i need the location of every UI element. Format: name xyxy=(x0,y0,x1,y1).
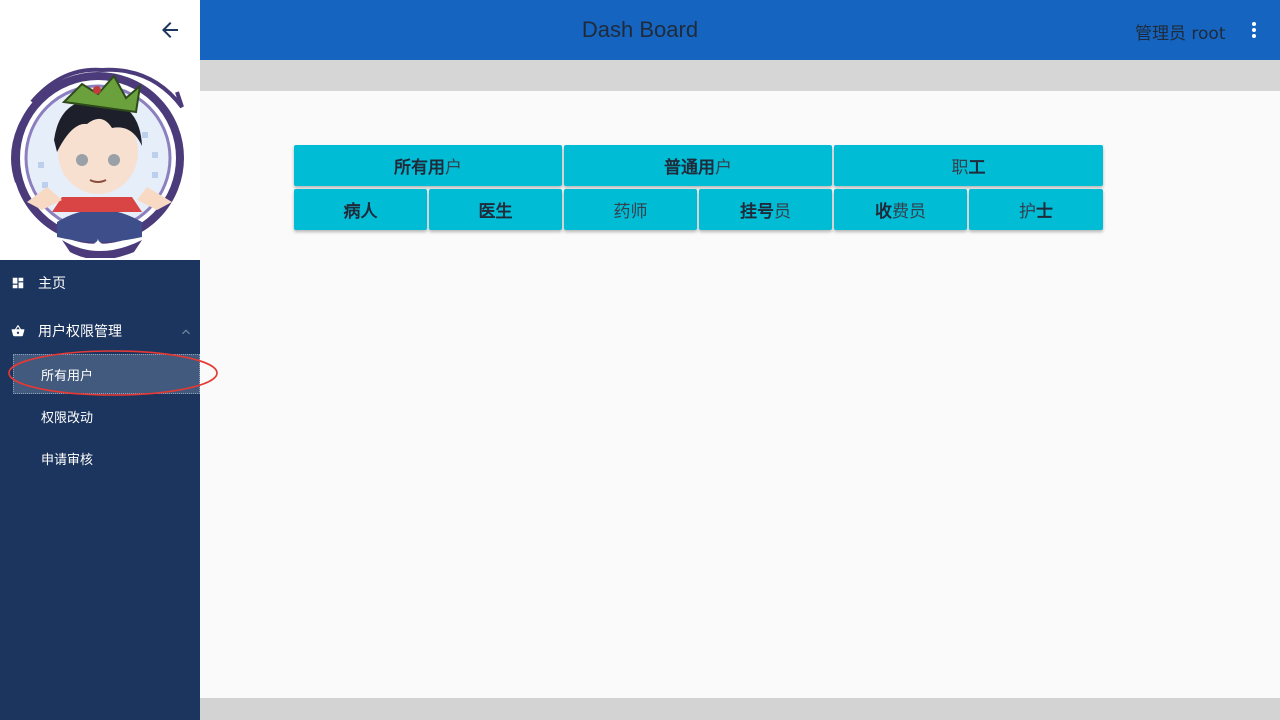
button-label-bold: 普通用 xyxy=(664,158,715,178)
button-label-light: 户 xyxy=(445,158,462,178)
back-arrow-icon[interactable] xyxy=(158,18,182,42)
button-label-bold: 所有用 xyxy=(394,158,445,178)
sidebar-item-label: 权限改动 xyxy=(41,410,94,426)
nav-item-label: 主页 xyxy=(38,276,66,292)
nav-item-user-permission[interactable]: 用户权限管理 xyxy=(0,309,200,353)
button-label-bold: 病人 xyxy=(343,202,378,222)
sub-toolbar xyxy=(200,60,1280,91)
registrar-button[interactable]: 挂号员 xyxy=(699,189,832,230)
button-label-bold: 医生 xyxy=(478,202,513,222)
sidebar-item-label: 申请审核 xyxy=(41,452,94,468)
sidebar-item-permission-change[interactable]: 权限改动 xyxy=(13,396,200,436)
staff-button[interactable]: 职工 xyxy=(834,145,1103,186)
bottom-bar xyxy=(200,698,1280,720)
sidebar-item-label: 所有用户 xyxy=(41,368,94,384)
button-label-bold: 士 xyxy=(1036,202,1053,222)
button-label-bold: 收 xyxy=(875,202,892,222)
normal-users-button[interactable]: 普通用户 xyxy=(564,145,832,186)
button-label-light: 护 xyxy=(1019,202,1036,222)
button-label-light: 药师 xyxy=(613,202,648,222)
basket-icon xyxy=(10,323,26,339)
button-label-bold: 工 xyxy=(968,158,986,178)
button-label-light: 费员 xyxy=(892,202,926,222)
avatar: ✦ xyxy=(2,62,200,260)
button-label-light: 户 xyxy=(715,158,732,178)
chevron-up-icon[interactable] xyxy=(178,324,194,340)
button-label-light: 职 xyxy=(951,158,969,178)
pharmacist-button[interactable]: 药师 xyxy=(564,189,697,230)
nav-item-home[interactable]: 主页 xyxy=(0,261,200,305)
doctor-button[interactable]: 医生 xyxy=(429,189,562,230)
sidebar-item-application-review[interactable]: 申请审核 xyxy=(13,438,200,478)
sidebar: ✦ 主页 用户权限管理 所有用户 权限改动 申请审核 xyxy=(0,0,200,720)
sidebar-item-all-users[interactable]: 所有用户 xyxy=(13,354,200,394)
sidebar-header: ✦ xyxy=(0,0,200,260)
button-label-bold: 挂号 xyxy=(740,202,774,222)
top-app-bar: Dash Board 管理员 root xyxy=(200,0,1280,60)
page-title: Dash Board xyxy=(581,17,699,42)
dashboard-icon xyxy=(10,275,26,291)
cashier-button[interactable]: 收费员 xyxy=(834,189,967,230)
button-label-light: 员 xyxy=(774,202,791,222)
more-vert-icon[interactable] xyxy=(1242,18,1266,42)
nurse-button[interactable]: 护士 xyxy=(969,189,1103,230)
all-users-button[interactable]: 所有用户 xyxy=(294,145,562,186)
nav-item-label: 用户权限管理 xyxy=(38,324,122,340)
patient-button[interactable]: 病人 xyxy=(294,189,427,230)
user-label: 管理员 root xyxy=(1135,24,1226,44)
svg-text:✦: ✦ xyxy=(93,237,104,252)
